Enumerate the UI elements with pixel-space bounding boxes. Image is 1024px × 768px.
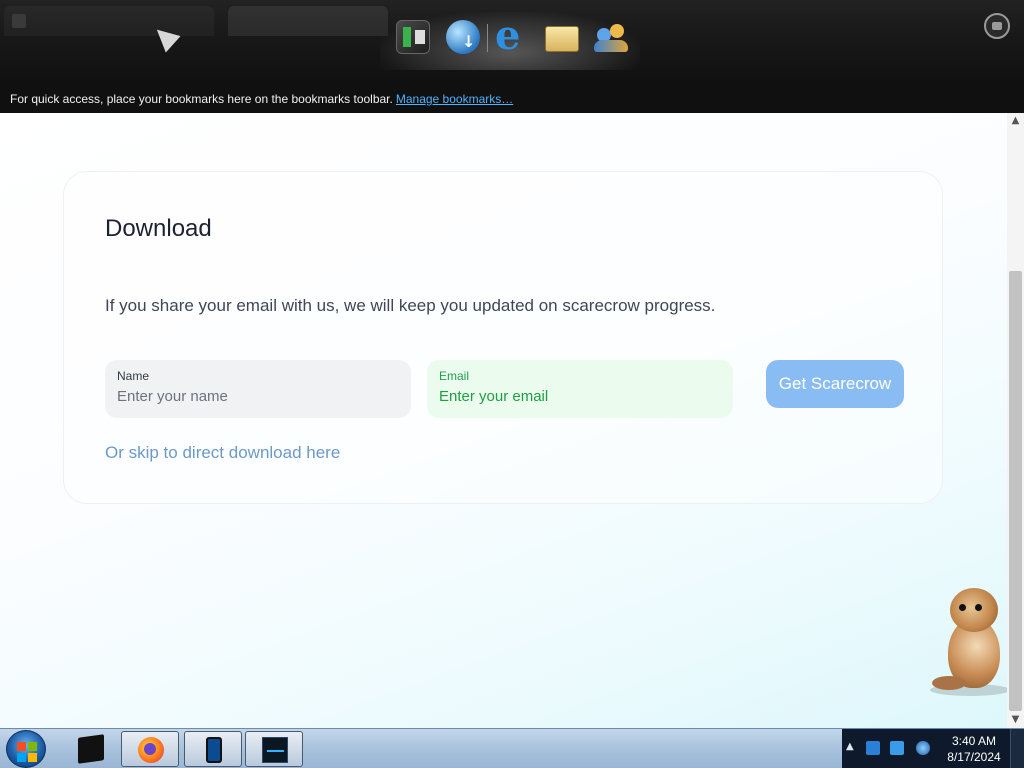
- system-tray: ▲ 3:40 AM 8/17/2024: [842, 729, 1024, 768]
- terminal-icon: [78, 734, 104, 764]
- name-field[interactable]: Name: [105, 360, 411, 418]
- get-scarecrow-button[interactable]: Get Scarecrow: [766, 360, 904, 408]
- manage-bookmarks-link[interactable]: Manage bookmarks…: [396, 92, 513, 106]
- browser-tab-active[interactable]: [228, 6, 388, 36]
- icon-dock: e: [380, 12, 640, 70]
- bookmarks-hint-text: For quick access, place your bookmarks h…: [10, 92, 393, 106]
- activity-monitor-icon: [262, 737, 288, 763]
- email-input[interactable]: [439, 388, 721, 405]
- download-description: If you share your email with us, we will…: [105, 296, 716, 315]
- tray-network-icon[interactable]: [890, 741, 904, 755]
- taskbar-monitor-button[interactable]: [245, 731, 303, 767]
- bookmarks-toolbar: For quick access, place your bookmarks h…: [0, 85, 1024, 113]
- show-desktop-button[interactable]: [1010, 729, 1024, 768]
- email-label: Email: [439, 369, 470, 383]
- start-button[interactable]: [6, 730, 46, 768]
- browser-tab[interactable]: [4, 6, 214, 36]
- taskbar-clock[interactable]: 3:40 AM 8/17/2024: [940, 733, 1008, 765]
- tray-globe-icon[interactable]: [916, 741, 930, 755]
- extensions-menu-icon[interactable]: [984, 13, 1010, 39]
- firefox-icon: [138, 737, 164, 763]
- page-scrollbar[interactable]: ▲ ▼: [1007, 113, 1024, 728]
- taskbar-firefox-button[interactable]: [121, 731, 179, 767]
- taskbar: ▲ 3:40 AM 8/17/2024: [0, 728, 1024, 768]
- contacts-people-icon[interactable]: [594, 20, 628, 54]
- name-label: Name: [117, 369, 150, 383]
- globe-download-icon[interactable]: [446, 20, 480, 54]
- clock-time: 3:40 AM: [951, 734, 997, 748]
- spreadsheet-app-icon[interactable]: [396, 20, 430, 54]
- download-title: Download: [105, 215, 212, 242]
- dock-separator: [487, 24, 488, 52]
- download-card: Download If you share your email with us…: [63, 171, 943, 504]
- direct-download-link[interactable]: Or skip to direct download here: [105, 443, 340, 463]
- internet-explorer-icon[interactable]: e: [495, 12, 529, 59]
- tab-favicon-icon: [12, 14, 26, 28]
- name-input[interactable]: [117, 388, 399, 405]
- clock-date: 8/17/2024: [947, 750, 1001, 764]
- device-icon: [206, 737, 222, 763]
- page-content: Download If you share your email with us…: [0, 113, 1007, 728]
- scroll-up-arrow-icon[interactable]: ▲: [1007, 113, 1024, 129]
- taskbar-terminal-button[interactable]: [62, 731, 120, 767]
- taskbar-device-button[interactable]: [184, 731, 242, 767]
- email-field[interactable]: Email: [427, 360, 733, 418]
- tray-expand-arrow-icon[interactable]: ▲: [846, 741, 854, 752]
- hamster-mascot-image: [930, 588, 1007, 698]
- tray-app-icon[interactable]: [866, 741, 880, 755]
- mail-envelope-icon[interactable]: [545, 26, 579, 52]
- scroll-thumb[interactable]: [1009, 271, 1022, 711]
- scroll-down-arrow-icon[interactable]: ▼: [1007, 712, 1024, 728]
- browser-chrome: e: [0, 0, 1024, 85]
